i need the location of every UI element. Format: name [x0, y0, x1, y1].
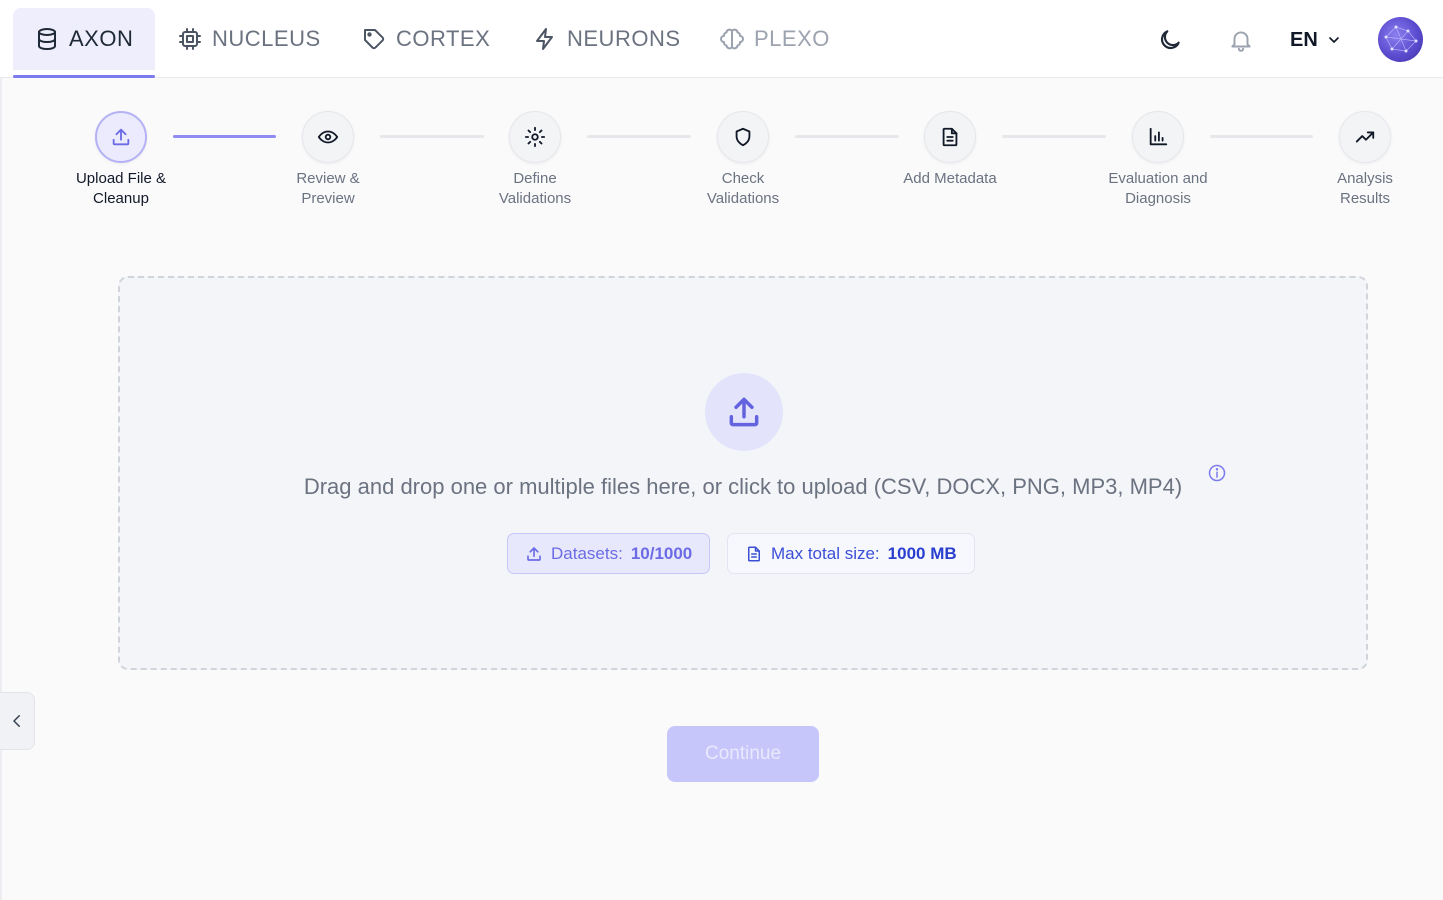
info-icon[interactable]	[1207, 463, 1227, 483]
cpu-chip-icon	[179, 28, 201, 50]
step-label: Define Validations	[498, 170, 572, 207]
chevron-left-icon	[13, 715, 20, 727]
upload-icon	[112, 128, 130, 146]
sidebar-toggle[interactable]	[0, 692, 35, 750]
tab-label: PLEXO	[754, 26, 830, 51]
tab-plexo[interactable]: PLEXO	[720, 8, 830, 70]
step-evaluation-diagnosis[interactable]: Evaluation and Diagnosis	[1083, 111, 1233, 209]
brain-icon	[720, 28, 744, 50]
max-size-value: 1000 MB	[887, 543, 957, 563]
tab-neurons[interactable]: NEURONS	[533, 8, 681, 70]
step-circle	[1132, 111, 1184, 163]
step-circle	[924, 111, 976, 163]
step-label: Check Validations	[706, 170, 780, 207]
max-size-badge: Max total size: 1000 MB	[727, 533, 975, 574]
step-label: Review & Preview	[296, 170, 360, 207]
tag-icon	[364, 29, 385, 50]
step-label: Analysis Results	[1337, 170, 1393, 207]
shield-icon	[735, 127, 751, 147]
avatar[interactable]	[1378, 17, 1423, 62]
moon-icon[interactable]	[1157, 27, 1183, 53]
lightning-bolt-icon	[536, 28, 553, 50]
tab-cortex[interactable]: CORTEX	[362, 8, 490, 70]
step-label: Evaluation and Diagnosis	[1108, 170, 1208, 207]
document-icon	[942, 127, 958, 147]
avatar-network-graphic	[1384, 25, 1418, 53]
tab-label: CORTEX	[396, 26, 491, 51]
datasets-count-badge: Datasets: 10/1000	[507, 533, 711, 574]
datasets-label: Datasets:	[551, 543, 623, 563]
upload-circle	[705, 373, 783, 451]
step-check-validations[interactable]: Check Validations	[668, 111, 818, 209]
left-border	[0, 78, 2, 900]
language-selector[interactable]: EN	[1290, 24, 1342, 56]
step-analysis-results[interactable]: Analysis Results	[1290, 111, 1440, 209]
dropzone-instructions: Drag and drop one or multiple files here…	[303, 474, 1183, 499]
step-circle	[509, 111, 561, 163]
step-circle	[95, 111, 147, 163]
continue-button[interactable]: Continue	[667, 726, 819, 782]
max-size-label: Max total size:	[771, 543, 880, 563]
tab-label: NUCLEUS	[212, 26, 321, 51]
step-review-preview[interactable]: Review & Preview	[253, 111, 403, 209]
chevron-down-icon	[1328, 37, 1339, 43]
gear-icon	[524, 126, 546, 148]
bell-icon[interactable]	[1228, 27, 1254, 53]
tab-label: NEURONS	[567, 26, 681, 51]
database-icon	[38, 28, 56, 50]
step-circle	[1339, 111, 1391, 163]
document-icon	[748, 546, 760, 561]
step-upload-file[interactable]: Upload File & Cleanup	[46, 111, 196, 209]
top-navigation-bar: AXON NUCLEUS CORTEX NEURONS PLEXO EN	[0, 0, 1443, 78]
step-circle	[717, 111, 769, 163]
upload-icon	[729, 397, 759, 427]
tab-nucleus[interactable]: NUCLEUS	[178, 8, 321, 70]
tab-axon[interactable]: AXON	[13, 8, 156, 78]
file-dropzone[interactable]: Drag and drop one or multiple files here…	[118, 276, 1368, 670]
eye-icon	[317, 130, 339, 144]
step-define-validations[interactable]: Define Validations	[460, 111, 610, 209]
step-label: Upload File & Cleanup	[75, 170, 167, 207]
language-label: EN	[1290, 28, 1318, 51]
upload-icon	[527, 546, 541, 561]
bar-chart-icon	[1149, 127, 1168, 146]
step-add-metadata[interactable]: Add Metadata	[875, 111, 1025, 189]
trending-up-icon	[1355, 131, 1375, 143]
tab-label: AXON	[69, 26, 134, 51]
step-label: Add Metadata	[903, 170, 997, 187]
datasets-value: 10/1000	[630, 543, 693, 563]
step-circle	[302, 111, 354, 163]
